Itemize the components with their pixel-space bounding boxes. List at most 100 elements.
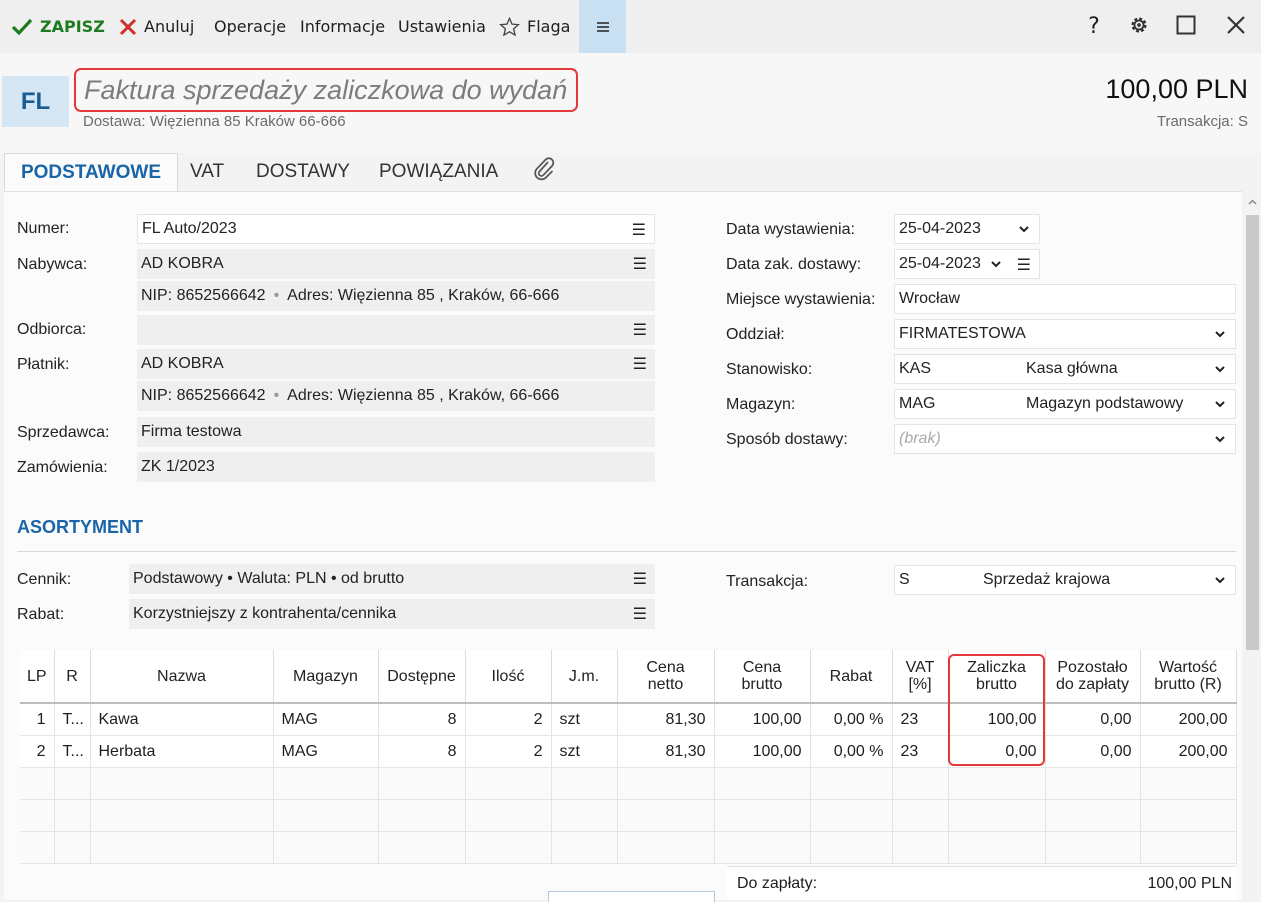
cell-available: 8 <box>378 735 466 768</box>
col-gross-value[interactable]: Wartość brutto (R) <box>1140 650 1237 704</box>
chevron-down-icon[interactable] <box>1017 222 1031 236</box>
gear-button[interactable] <box>1119 0 1159 53</box>
cell-gross-value: 200,00 <box>1140 735 1237 768</box>
settings-menu[interactable]: Ustawienia <box>398 0 486 53</box>
tab-deliveries[interactable]: DOSTAWY <box>256 153 350 191</box>
cell-gross-price[interactable]: 100,00 <box>714 703 811 736</box>
nabywca-field[interactable]: AD KOBRA ☰ <box>137 249 655 279</box>
cell-net-price[interactable]: 81,30 <box>617 735 715 768</box>
col-r[interactable]: R <box>54 650 91 704</box>
col-quantity[interactable]: Ilość <box>465 650 552 704</box>
warehouse-code: MAG <box>899 395 936 412</box>
cell-discount[interactable]: 0,00 % <box>810 703 893 736</box>
maximize-button[interactable] <box>1166 0 1206 53</box>
platnik-address: Więzienna 85 , Kraków, 66-666 <box>337 387 560 404</box>
col-available[interactable]: Dostępne <box>378 650 466 704</box>
col-quantity-label: Ilość <box>491 667 525 685</box>
cell-unit[interactable]: szt <box>551 703 618 736</box>
discount-field[interactable]: Korzystniejszy z kontrahenta/cennika ☰ <box>129 599 655 629</box>
nabywca-address: Więzienna 85 , Kraków, 66-666 <box>337 287 560 304</box>
document-type-badge: FL <box>2 76 69 127</box>
document-title[interactable]: Faktura sprzedaży zaliczkowa do wydań <box>74 68 578 112</box>
price-list-field[interactable]: Podstawowy • Waluta: PLN • od brutto ☰ <box>129 564 655 594</box>
cell-net-price[interactable]: 81,30 <box>617 703 715 736</box>
hamburger-icon[interactable]: ☰ <box>633 354 647 374</box>
help-button[interactable]: ? <box>1074 0 1114 53</box>
cell-quantity[interactable]: 2 <box>465 703 552 736</box>
table-row[interactable]: 2 T... Herbata MAG 8 2 szt 81,30 100,00 … <box>20 735 1237 768</box>
branch-select[interactable]: FIRMATESTOWA <box>894 319 1236 349</box>
col-net-price[interactable]: Cena netto <box>617 650 715 704</box>
cell-warehouse[interactable]: MAG <box>273 735 379 768</box>
save-button[interactable]: ZAPISZ <box>11 0 105 53</box>
tab-basic[interactable]: PODSTAWOWE <box>4 153 178 192</box>
flag-button[interactable]: Flaga <box>499 0 570 53</box>
col-gross-price[interactable]: Cena brutto <box>714 650 811 704</box>
question-icon: ? <box>1088 14 1100 39</box>
chevron-down-icon[interactable] <box>1213 362 1227 376</box>
cell-quantity[interactable]: 2 <box>465 735 552 768</box>
chevron-down-icon[interactable] <box>1213 397 1227 411</box>
empty-row[interactable] <box>20 799 1237 832</box>
hamburger-icon[interactable]: ☰ <box>633 569 647 589</box>
col-lp[interactable]: LP <box>20 650 55 704</box>
hamburger-icon[interactable]: ☰ <box>632 220 646 240</box>
hamburger-icon[interactable]: ☰ <box>1017 255 1031 275</box>
chevron-down-icon[interactable] <box>1213 573 1227 587</box>
col-name[interactable]: Nazwa <box>90 650 274 704</box>
operations-menu[interactable]: Operacje <box>214 0 286 53</box>
platnik-field[interactable]: AD KOBRA ☰ <box>137 349 655 379</box>
cell-name[interactable]: Herbata <box>90 735 274 768</box>
tab-vat[interactable]: VAT <box>190 153 224 191</box>
chevron-down-icon[interactable] <box>1213 432 1227 446</box>
cell-warehouse[interactable]: MAG <box>273 703 379 736</box>
odbiorca-field[interactable]: ☰ <box>137 315 655 345</box>
col-advance-label-1: Zaliczka <box>967 659 1026 676</box>
tab-attachments[interactable] <box>533 153 555 191</box>
hamburger-icon[interactable]: ☰ <box>633 604 647 624</box>
cell-gross-price[interactable]: 100,00 <box>714 735 811 768</box>
cell-advance-gross[interactable]: 0,00 <box>948 735 1046 768</box>
empty-row[interactable] <box>20 831 1237 864</box>
cell-unit[interactable]: szt <box>551 735 618 768</box>
cancel-button[interactable]: Anuluj <box>119 0 194 53</box>
delivery-date-field[interactable]: 25-04-2023 ☰ <box>894 249 1040 279</box>
col-remaining[interactable]: Pozostało do zapłaty <box>1045 650 1141 704</box>
transaction-select[interactable]: S Sprzedaż krajowa <box>894 565 1236 595</box>
gear-icon <box>1128 14 1150 40</box>
bottom-button[interactable] <box>548 891 715 902</box>
empty-row[interactable] <box>20 767 1237 800</box>
issue-date-field[interactable]: 25-04-2023 <box>894 214 1040 244</box>
section-divider <box>17 551 1236 552</box>
numer-field[interactable]: FL Auto/2023 ☰ <box>137 214 655 244</box>
delivery-method-select[interactable]: (brak) <box>894 424 1236 454</box>
cell-vat[interactable]: 23 <box>892 735 949 768</box>
cell-name[interactable]: Kawa <box>90 703 274 736</box>
col-vat-label-2: [%] <box>908 676 932 693</box>
tab-relations[interactable]: POWIĄZANIA <box>379 153 498 191</box>
close-button[interactable] <box>1216 0 1256 53</box>
scrollbar-thumb[interactable] <box>1246 215 1259 650</box>
chevron-down-icon[interactable] <box>1213 327 1227 341</box>
hamburger-icon[interactable]: ☰ <box>633 254 647 274</box>
cell-r: T... <box>54 703 91 736</box>
cell-vat[interactable]: 23 <box>892 703 949 736</box>
information-menu[interactable]: Informacje <box>300 0 385 53</box>
chevron-down-icon[interactable] <box>989 257 1003 271</box>
issue-place-input[interactable]: Wrocław <box>894 284 1236 314</box>
hamburger-icon[interactable]: ☰ <box>633 320 647 340</box>
col-advance-gross[interactable]: Zaliczka brutto <box>948 650 1046 704</box>
col-vat[interactable]: VAT [%] <box>892 650 949 704</box>
table-row[interactable]: 1 T... Kawa MAG 8 2 szt 81,30 100,00 0,0… <box>20 703 1237 736</box>
warehouse-select[interactable]: MAG Magazyn podstawowy <box>894 389 1236 419</box>
warehouse-name: Magazyn podstawowy <box>1026 395 1184 412</box>
cell-discount[interactable]: 0,00 % <box>810 735 893 768</box>
cell-advance-gross[interactable]: 100,00 <box>948 703 1046 736</box>
zamowienia-field[interactable]: ZK 1/2023 <box>137 452 655 482</box>
scroll-up-icon[interactable] <box>1246 196 1259 209</box>
workstation-select[interactable]: KAS Kasa główna <box>894 354 1236 384</box>
col-warehouse[interactable]: Magazyn <box>273 650 379 704</box>
col-unit[interactable]: J.m. <box>551 650 618 704</box>
col-discount[interactable]: Rabat <box>810 650 893 704</box>
hamburger-menu-button[interactable] <box>579 0 626 53</box>
